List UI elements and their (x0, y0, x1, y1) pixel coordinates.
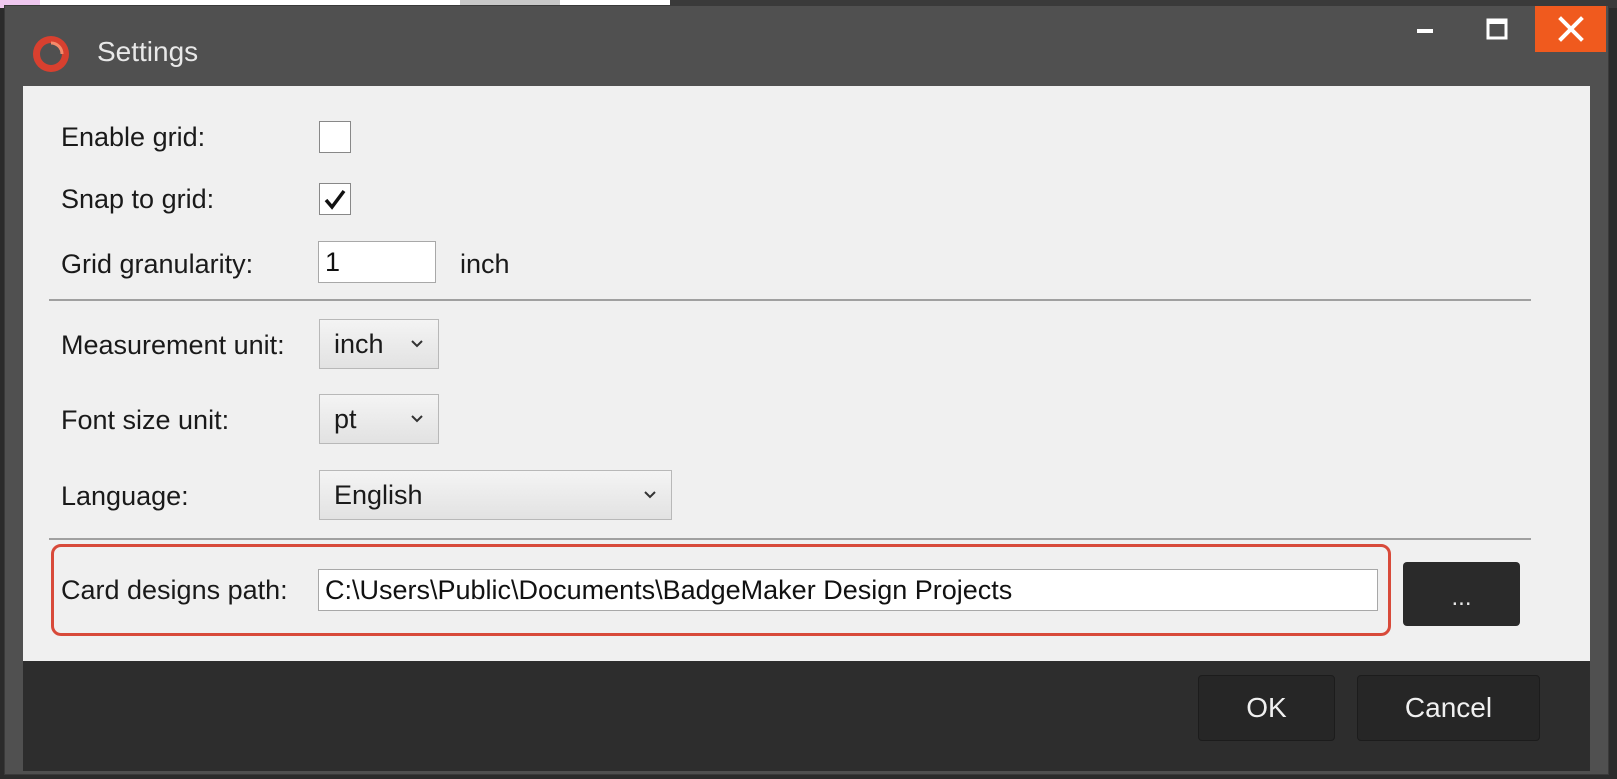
section-divider (49, 299, 1531, 301)
dialog-title: Settings (97, 36, 199, 67)
grid-granularity-input[interactable]: 1 (318, 241, 436, 283)
close-icon (1557, 16, 1584, 42)
chevron-down-icon (411, 415, 423, 423)
measurement-unit-value: inch (334, 328, 384, 359)
font-size-unit-select[interactable]: pt (319, 394, 439, 444)
maximize-button[interactable] (1462, 6, 1532, 52)
app-logo-icon (33, 36, 69, 72)
font-size-unit-value: pt (334, 403, 357, 434)
language-select[interactable]: English (319, 470, 672, 520)
enable-grid-label: Enable grid: (61, 122, 206, 152)
cancel-button[interactable]: Cancel (1357, 675, 1540, 741)
close-button[interactable] (1535, 6, 1606, 52)
dialog-footer: OK Cancel (23, 661, 1590, 771)
minimize-button[interactable] (1390, 6, 1460, 52)
language-label: Language: (61, 481, 189, 511)
section-divider (49, 538, 1531, 540)
font-size-unit-label: Font size unit: (61, 405, 230, 435)
settings-panel: Enable grid: Snap to grid: Grid granular… (23, 86, 1590, 661)
measurement-unit-label: Measurement unit: (61, 330, 285, 360)
browse-button[interactable]: ... (1403, 562, 1520, 626)
chevron-down-icon (411, 340, 423, 348)
grid-granularity-unit: inch (460, 249, 510, 279)
card-designs-path-input[interactable]: C:\Users\Public\Documents\BadgeMaker Des… (318, 569, 1378, 611)
language-value: English (334, 479, 423, 510)
settings-dialog: Settings Enable grid: Snap to grid: Grid… (4, 5, 1609, 775)
checkmark-icon (324, 189, 346, 210)
enable-grid-checkbox[interactable] (319, 121, 351, 153)
snap-to-grid-checkbox[interactable] (319, 183, 351, 215)
measurement-unit-select[interactable]: inch (319, 319, 439, 369)
snap-to-grid-label: Snap to grid: (61, 184, 215, 214)
ok-button[interactable]: OK (1198, 675, 1335, 741)
title-bar[interactable]: Settings (5, 6, 1608, 86)
grid-granularity-label: Grid granularity: (61, 249, 254, 279)
card-designs-path-label: Card designs path: (61, 575, 288, 605)
minimize-icon (1417, 29, 1433, 33)
chevron-down-icon (644, 491, 656, 499)
maximize-icon (1486, 18, 1508, 40)
